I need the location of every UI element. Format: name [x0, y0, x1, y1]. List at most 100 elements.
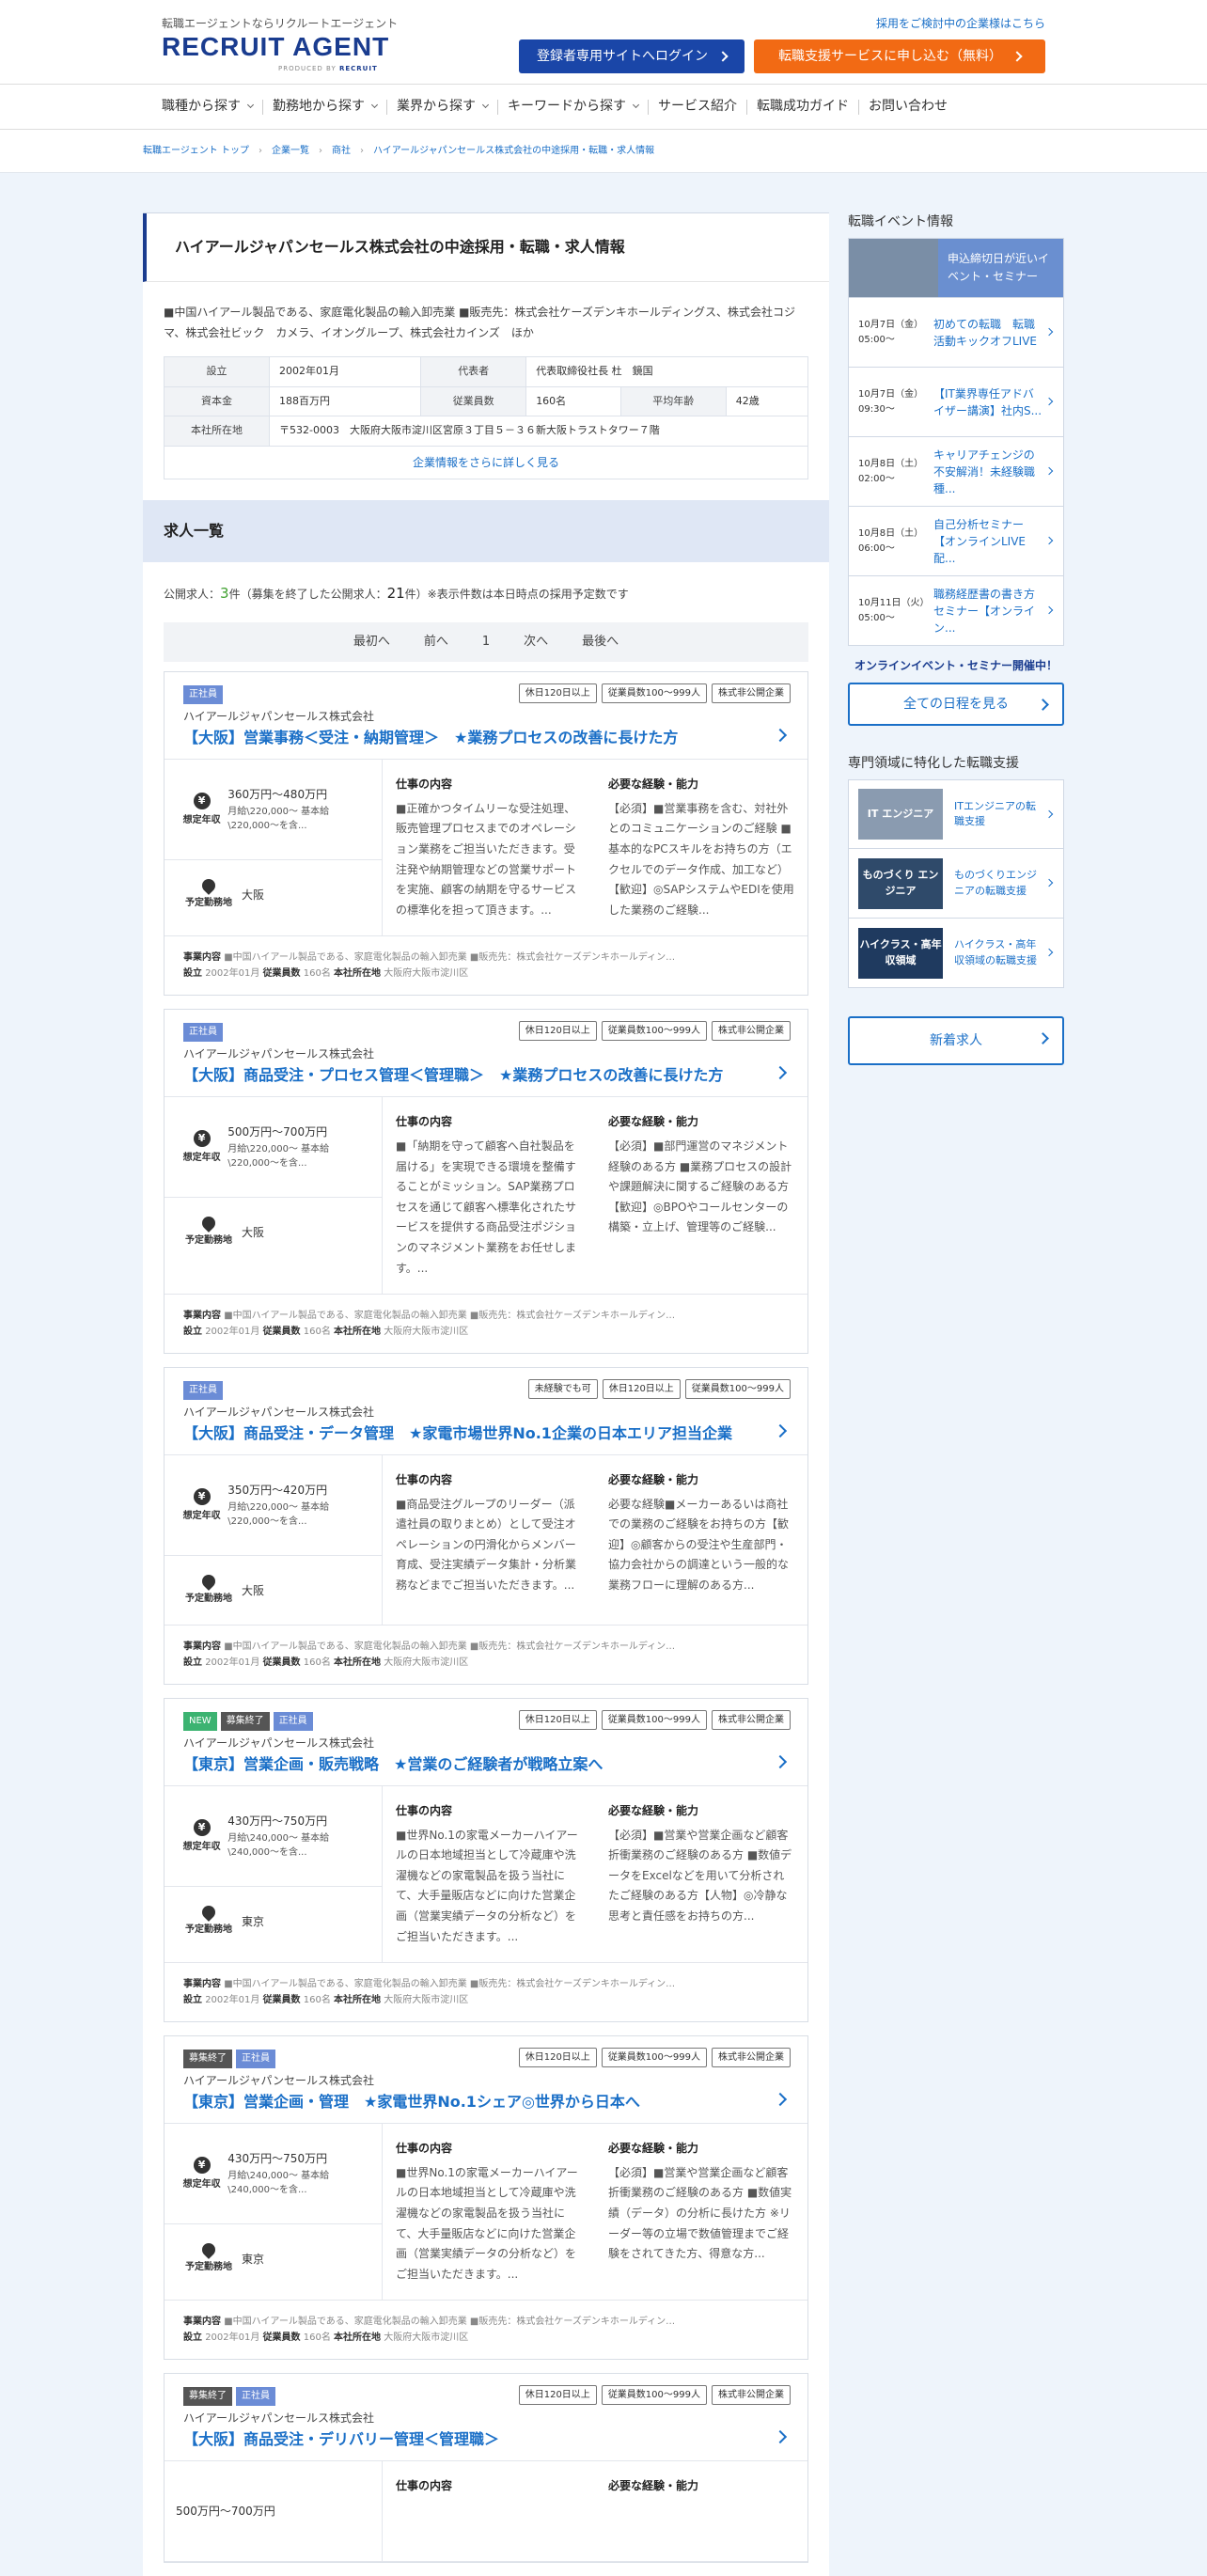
job-title[interactable]: 【東京】営業企画・管理 ★家電世界No.1シェア◎世界から日本へ [183, 2091, 789, 2113]
event-item[interactable]: 10月8日（土）02:00～ キャリアチェンジの不安解消！未経験職種... [848, 437, 1064, 507]
biz-label: 事業内容 [183, 1641, 221, 1653]
nav-item[interactable]: 業界から探す [387, 97, 497, 117]
hq-label: 本社所在地 [334, 1995, 382, 2006]
location-row: 予定勤務地 大阪 [165, 1555, 382, 1625]
work-description: 仕事の内容 [383, 2461, 595, 2561]
event-item[interactable]: 10月11日（火）05:00～ 職務経歴書の書き方セミナー【オンライン... [848, 576, 1064, 646]
job-title[interactable]: 【東京】営業企画・販売戦略 ★営業のご経験者が戦略立案へ [183, 1753, 789, 1776]
pager-last[interactable]: 最後へ [582, 633, 619, 652]
breadcrumb-item[interactable]: 商社 [332, 144, 351, 158]
employees-value: 160名 [303, 1995, 331, 2006]
footer-line: 設立 2002年01月 従業員数 160名 本社所在地 大阪府大阪市淀川区 [183, 1655, 789, 1671]
closed-count: 21 [386, 584, 405, 602]
event-item[interactable]: 10月8日（土）06:00～ 自己分析セミナー【オンラインLIVE配... [848, 507, 1064, 576]
job-title[interactable]: 【大阪】営業事務＜受注・納期管理＞ ★業務プロセスの改善に長けた方 [183, 727, 789, 749]
work-text: ■「納期を守って顧客へ自社製品を届ける」を実現できる環境を整備することがミッショ… [396, 1139, 577, 1275]
salary-row: 500万円～700万円 [165, 2461, 382, 2561]
location-value: 大阪 [242, 1225, 265, 1239]
job-list: 正社員 休日120日以上 従業員数100～999人 株式非公開企業 ハイアールジャパンセ… [143, 671, 829, 2564]
pager-prev[interactable]: 前へ [424, 633, 448, 652]
rep-label: 代表者 [420, 356, 527, 387]
events-banner[interactable]: 申込締切日が近いイベント・セミナー [848, 238, 1064, 298]
nav-item[interactable]: 職種から探す [152, 97, 262, 117]
job-tag: 正社員 [183, 1381, 223, 1401]
special-item[interactable]: IT エンジニア ITエンジニアの転職支援 [848, 779, 1064, 850]
event-title: 職務経歴書の書き方セミナー【オンライン... [933, 587, 1036, 635]
breadcrumb-item[interactable]: ハイアールジャパンセールス株式会社の中途採用・転職・求人情報 [373, 144, 654, 158]
yen-icon: ¥ [193, 1818, 211, 1836]
feature-badge: 株式非公開企業 [712, 1021, 791, 1042]
logo[interactable]: RECRUIT AGENT [162, 34, 389, 60]
founded-label: 設立 [183, 2333, 202, 2344]
special-item[interactable]: ものづくり エンジニア ものづくりエンジニアの転職支援 [848, 849, 1064, 919]
job-title[interactable]: 【大阪】商品受注・デリバリー管理＜管理職＞ [183, 2428, 789, 2451]
footer-line: 事業内容 ■中国ハイアール製品である、家庭電化製品の輸入卸売業 ■販売先：株式会… [183, 1639, 789, 1655]
event-item[interactable]: 10月7日（金）09:30～ 【IT業界専任アドバイザー講演】社内S... [848, 368, 1064, 437]
nav-item-label: お問い合わせ [869, 99, 948, 114]
job-card-header[interactable]: 募集終了 正社員 休日120日以上 従業員数100～999人 株式非公開企業 ハイアールジ… [165, 2036, 807, 2123]
corporate-link[interactable]: 採用をご検討中の企業様はこちら [876, 15, 1045, 32]
nav-item-label: 勤務地から探す [273, 99, 365, 114]
breadcrumb-item[interactable]: 転職エージェント トップ [143, 144, 249, 158]
job-title[interactable]: 【大阪】商品受注・プロセス管理＜管理職＞ ★業務プロセスの改善に長けた方 [183, 1064, 789, 1087]
nav-item[interactable]: 転職成功ガイド [747, 97, 858, 117]
breadcrumb-separator: › [258, 146, 262, 156]
yen-icon: ¥ [193, 792, 211, 809]
job-card-header[interactable]: 正社員 休日120日以上 従業員数100～999人 株式非公開企業 ハイアールジャパンセ… [165, 1010, 807, 1096]
pager-first[interactable]: 最初へ [353, 633, 390, 652]
new-jobs-button[interactable]: 新着求人 [848, 1016, 1064, 1066]
special-item[interactable]: ハイクラス・高年収領域 ハイクラス・高年収領域の転職支援 [848, 919, 1064, 989]
page-title: ハイアールジャパンセールス株式会社の中途採用・転職・求人情報 [143, 213, 829, 282]
event-title: 初めての転職 転職活動キックオフLIVE [933, 317, 1038, 348]
apply-button[interactable]: 転職支援サービスに申し込む（無料） [754, 39, 1045, 73]
company-info-table: 設立 2002年01月 代表者 代表取締役社長 杜 鏡国 資本金 188百万円 … [164, 356, 809, 447]
location-value: 東京 [242, 2252, 265, 2266]
salary-label-text: 想定年収 [182, 1510, 221, 1521]
founded-label: 設立 [164, 356, 270, 387]
sidebar: 転職イベント情報 申込締切日が近いイベント・セミナー 10月7日（金）05:00… [848, 212, 1064, 1066]
salary-label: ¥ 想定年収 [176, 2156, 227, 2191]
event-date: 10月7日（金）09:30～ [858, 388, 924, 415]
special-list: IT エンジニア ITエンジニアの転職支援 ものづくり エンジニア ものづくりエンジニ… [848, 779, 1064, 989]
founded-value: 2002年01月 [205, 2333, 260, 2344]
feature-badge: 従業員数100～999人 [601, 2385, 707, 2406]
event-item[interactable]: 10月7日（金）05:00～ 初めての転職 転職活動キックオフLIVE [848, 298, 1064, 368]
requirements: 必要な経験・能力 【必須】■営業や営業企画など顧客折衝業務のご経験のある方 ■数値… [595, 2124, 807, 2300]
events-heading: 転職イベント情報 [848, 214, 953, 229]
feature-badge: 従業員数100～999人 [684, 1379, 791, 1400]
job-title[interactable]: 【大阪】商品受注・データ管理 ★家電市場世界No.1企業の日本エリア担当企業 [183, 1422, 789, 1445]
event-title: キャリアチェンジの不安解消！未経験職種... [933, 448, 1036, 495]
nav-item[interactable]: 勤務地から探す [263, 97, 386, 117]
location-label-text: 予定勤務地 [185, 2262, 232, 2273]
nav-item[interactable]: キーワードから探す [498, 97, 648, 117]
req-heading: 必要な経験・能力 [608, 2142, 699, 2156]
job-card-header[interactable]: 正社員 未経験でも可 休日120日以上 従業員数100～999人 ハイアールジャパンセー… [165, 1368, 807, 1454]
nav-item-label: キーワードから探す [508, 99, 626, 114]
job-card-header[interactable]: 正社員 休日120日以上 従業員数100～999人 株式非公開企業 ハイアールジャパンセ… [165, 672, 807, 759]
all-events-button[interactable]: 全ての日程を見る [848, 683, 1064, 727]
location-value: 大阪 [242, 1583, 265, 1597]
company-more-link[interactable]: 企業情報をさらに詳しく見る [164, 446, 808, 479]
job-card-header[interactable]: 募集終了 正社員 休日120日以上 従業員数100～999人 株式非公開企業 ハイアールジ… [165, 2374, 807, 2460]
hq-value: 大阪府大阪市淀川区 [384, 968, 469, 980]
feature-badge: 休日120日以上 [518, 2048, 597, 2068]
pagination: 最初へ 前へ 1 次へ 最後へ [164, 622, 808, 663]
founded-value: 2002年01月 [205, 1327, 260, 1338]
nav-item[interactable]: サービス紹介 [649, 97, 746, 117]
founded-label: 設立 [183, 1327, 202, 1338]
job-features: 休日120日以上 従業員数100～999人 株式非公開企業 [518, 1710, 791, 1731]
location-label: 予定勤務地 [176, 1903, 242, 1937]
req-heading: 必要な経験・能力 [608, 1473, 699, 1487]
event-date: 10月8日（土）02:00～ [858, 458, 924, 484]
job-card-header[interactable]: NEW 募集終了 正社員 休日120日以上 従業員数100～999人 株式非公開企業 ハイア… [165, 1699, 807, 1785]
login-button[interactable]: 登録者専用サイトへログイン [519, 39, 745, 73]
nav-item[interactable]: お問い合わせ [859, 97, 957, 117]
event-date: 10月7日（金）05:00～ [858, 319, 924, 345]
job-tag: 正社員 [273, 1712, 313, 1732]
req-heading: 必要な経験・能力 [608, 2479, 699, 2493]
pager-next[interactable]: 次へ [524, 633, 548, 652]
location-label: 予定勤務地 [176, 876, 242, 910]
biz-label: 事業内容 [183, 1979, 221, 1990]
breadcrumb-item[interactable]: 企業一覧 [272, 144, 309, 158]
rep-value: 代表取締役社長 杜 鏡国 [525, 356, 808, 387]
